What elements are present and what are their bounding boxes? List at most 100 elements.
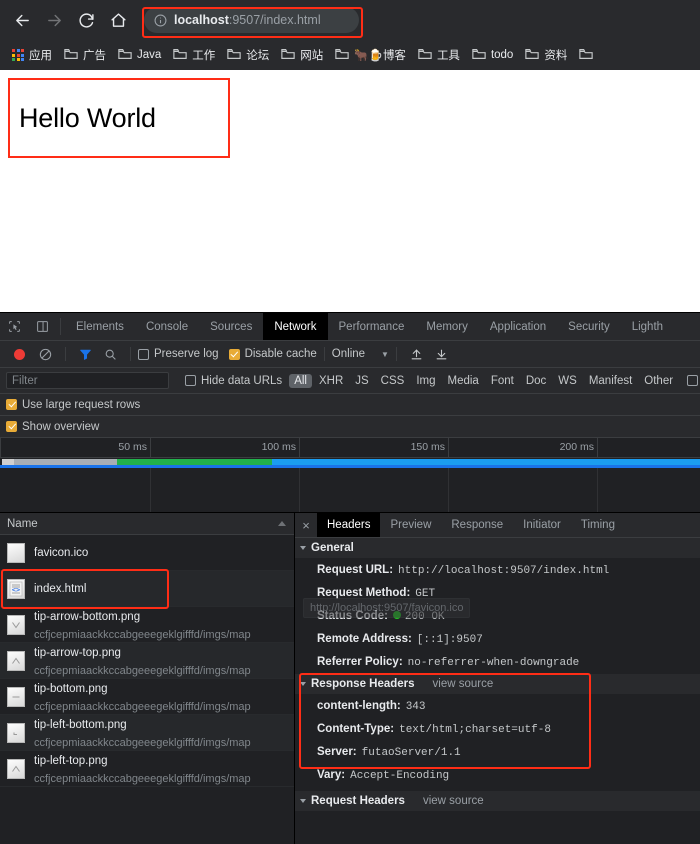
bookmark-item-2[interactable]: 工作 xyxy=(167,44,221,66)
header-key: Remote Address: xyxy=(317,631,412,647)
chevron-down-icon: ▼ xyxy=(381,350,389,359)
bookmark-item-8-label: 资料 xyxy=(544,47,567,63)
address-bar[interactable]: localhost:9507/index.html xyxy=(144,7,359,33)
detail-tab-preview[interactable]: Preview xyxy=(380,513,441,537)
type-filter-ws[interactable]: WS xyxy=(553,374,582,388)
bookmark-item-6[interactable]: 工具 xyxy=(412,44,466,66)
table-row[interactable]: tip-left-top.png ccfjcepmiaackkccabgeeeg… xyxy=(0,751,294,787)
bookmark-item-9[interactable] xyxy=(573,44,599,66)
tab-console[interactable]: Console xyxy=(135,313,199,340)
bookmark-item-6-label: 工具 xyxy=(437,47,460,63)
folder-icon xyxy=(118,48,132,63)
record-button[interactable] xyxy=(6,349,33,360)
table-row[interactable]: tip-bottom.png ccfjcepmiaackkccabgeeegek… xyxy=(0,679,294,715)
request-path: ccfjcepmiaackkccabgeeegeklgifffd/imgs/ma… xyxy=(34,665,251,677)
request-list-pane: Name favicon.ico <> index.html xyxy=(0,513,295,844)
import-har-button[interactable] xyxy=(404,348,429,361)
bookmark-item-0[interactable]: 广告 xyxy=(58,44,112,66)
devtools-tabbar: Elements Console Sources Network Perform… xyxy=(0,313,700,341)
table-row[interactable]: favicon.ico xyxy=(0,535,294,571)
show-overview-checkbox xyxy=(6,421,17,432)
tab-elements[interactable]: Elements xyxy=(65,313,135,340)
inspect-element-icon[interactable] xyxy=(0,313,28,340)
section-request-headers-header[interactable]: Request Headers view source xyxy=(295,791,700,812)
type-filter-xhr[interactable]: XHR xyxy=(314,374,348,388)
image-file-icon xyxy=(7,723,25,743)
clear-button[interactable] xyxy=(33,348,58,361)
export-har-button[interactable] xyxy=(429,348,454,361)
bookmark-item-3-label: 论坛 xyxy=(246,47,269,63)
request-name: tip-arrow-top.png xyxy=(34,647,121,659)
home-button[interactable] xyxy=(104,6,132,34)
use-large-request-rows-label: Use large request rows xyxy=(22,399,140,411)
use-large-request-rows-row[interactable]: Use large request rows xyxy=(0,394,700,416)
hide-data-urls-checkbox[interactable]: Hide data URLs xyxy=(185,375,282,387)
request-name: index.html xyxy=(34,583,86,595)
bookmark-item-1[interactable]: Java xyxy=(112,44,167,66)
has-blocked-cookies-checkbox[interactable] xyxy=(687,375,698,386)
controls-divider-4 xyxy=(396,347,397,361)
section-general-header[interactable]: General xyxy=(295,538,700,559)
detail-tab-initiator[interactable]: Initiator xyxy=(513,513,571,537)
view-source-link-response[interactable]: view source xyxy=(433,678,494,690)
close-icon[interactable]: × xyxy=(295,513,317,537)
header-key: Content-Type: xyxy=(317,721,394,737)
back-button[interactable] xyxy=(8,6,36,34)
folder-icon xyxy=(525,48,539,63)
info-circle-icon[interactable] xyxy=(154,14,167,27)
table-row[interactable]: tip-arrow-bottom.png ccfjcepmiaackkccabg… xyxy=(0,607,294,643)
search-icon[interactable] xyxy=(98,348,123,361)
tab-application[interactable]: Application xyxy=(479,313,557,340)
filter-toggle-button[interactable] xyxy=(73,348,98,361)
bookmark-item-5[interactable]: 🐂🍺博客 xyxy=(329,44,412,66)
table-row[interactable]: tip-left-bottom.png ccfjcepmiaackkccabge… xyxy=(0,715,294,751)
bookmark-item-8[interactable]: 资料 xyxy=(519,44,573,66)
request-list-header[interactable]: Name xyxy=(0,513,294,535)
section-response-headers-header[interactable]: Response Headers view source xyxy=(295,674,700,695)
network-throttle-select[interactable]: Online ▼ xyxy=(332,348,389,360)
type-filter-font[interactable]: Font xyxy=(486,374,519,388)
type-filter-img[interactable]: Img xyxy=(411,374,440,388)
detail-tab-response[interactable]: Response xyxy=(441,513,513,537)
section-general-title: General xyxy=(311,542,354,554)
detail-tab-timing[interactable]: Timing xyxy=(571,513,625,537)
tab-network[interactable]: Network xyxy=(263,313,327,340)
request-list[interactable]: favicon.ico <> index.html xyxy=(0,535,294,844)
detail-tab-headers[interactable]: Headers xyxy=(317,513,380,537)
overview-segment-waiting xyxy=(14,459,117,465)
show-overview-row[interactable]: Show overview xyxy=(0,416,700,438)
type-filter-media[interactable]: Media xyxy=(443,374,484,388)
response-header-server: Server: futaoServer/1.1 xyxy=(295,741,700,764)
toggle-device-toolbar-icon[interactable] xyxy=(28,313,56,340)
reload-button[interactable] xyxy=(72,6,100,34)
folder-icon xyxy=(472,48,486,63)
filter-input[interactable] xyxy=(6,372,169,389)
response-headers-group: Response Headers view source content-len… xyxy=(295,674,700,787)
tab-lighthouse[interactable]: Lighth xyxy=(621,313,674,340)
view-source-link-request[interactable]: view source xyxy=(423,795,484,807)
bookmark-apps[interactable]: 应用 xyxy=(6,44,58,66)
type-filter-manifest[interactable]: Manifest xyxy=(584,374,637,388)
overview-tick-2: 150 ms xyxy=(411,441,445,453)
tab-performance[interactable]: Performance xyxy=(328,313,416,340)
preserve-log-checkbox[interactable]: Preserve log xyxy=(138,348,219,360)
tab-sources[interactable]: Sources xyxy=(199,313,263,340)
bookmark-item-4[interactable]: 网站 xyxy=(275,44,329,66)
tab-memory[interactable]: Memory xyxy=(415,313,479,340)
forward-button[interactable] xyxy=(40,6,68,34)
bookmark-item-4-label: 网站 xyxy=(300,47,323,63)
type-filter-doc[interactable]: Doc xyxy=(521,374,551,388)
bookmark-item-3[interactable]: 论坛 xyxy=(221,44,275,66)
bookmark-item-7[interactable]: todo xyxy=(466,44,519,66)
table-row[interactable]: tip-arrow-top.png ccfjcepmiaackkccabgeee… xyxy=(0,643,294,679)
type-filter-css[interactable]: CSS xyxy=(376,374,410,388)
type-filter-other[interactable]: Other xyxy=(639,374,678,388)
type-filter-all[interactable]: All xyxy=(289,374,312,388)
tab-security[interactable]: Security xyxy=(557,313,621,340)
type-filter-js[interactable]: JS xyxy=(350,374,373,388)
network-overview[interactable]: 50 ms 100 ms 150 ms 200 ms xyxy=(0,438,700,513)
table-row[interactable]: <> index.html xyxy=(0,571,294,607)
header-key: content-length: xyxy=(317,698,401,714)
disable-cache-checkbox[interactable]: Disable cache xyxy=(229,348,317,360)
preserve-log-checkbox-box xyxy=(138,349,149,360)
